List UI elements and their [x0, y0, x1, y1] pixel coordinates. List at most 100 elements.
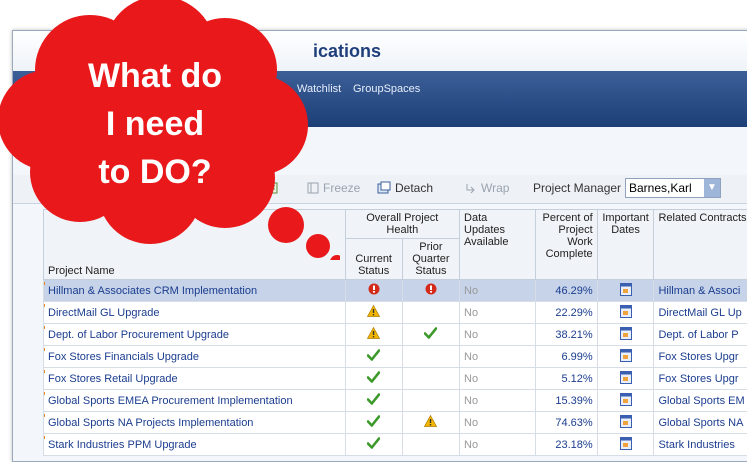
table-row[interactable]: Hillman & Associates CRM Implementation N…	[44, 280, 747, 302]
project-manager-select[interactable]: Barnes,Karl ▼	[625, 178, 721, 198]
data-updates-cell: No	[460, 412, 536, 434]
table-row[interactable]: Global Sports NA Projects Implementation…	[44, 412, 747, 434]
project-name-link[interactable]: Fox Stores Retail Upgrade	[44, 368, 346, 390]
row-marker	[44, 392, 46, 395]
wrap-label: Wrap	[481, 181, 509, 195]
current-status-cell	[345, 324, 402, 346]
table-row[interactable]: DirectMail GL UpgradeNo22.29%DirectMail …	[44, 302, 747, 324]
related-contract-link[interactable]: Global Sports EM	[654, 390, 747, 412]
percent-complete-cell: 74.63%	[535, 412, 597, 434]
calendar-icon	[620, 326, 632, 340]
important-dates-cell[interactable]	[597, 368, 654, 390]
detach-label: Detach	[395, 181, 433, 195]
project-name-link[interactable]: Hillman & Associates CRM Implementation	[44, 280, 346, 302]
data-updates-cell: No	[460, 324, 536, 346]
important-dates-cell[interactable]	[597, 346, 654, 368]
projects-table: Project Name Overall Project Health Data…	[43, 209, 747, 456]
table-row[interactable]: Fox Stores Retail UpgradeNo5.12%Fox Stor…	[44, 368, 747, 390]
calendar-icon	[620, 414, 632, 428]
checkmark-icon	[367, 393, 380, 405]
current-status-cell	[345, 302, 402, 324]
important-dates-cell[interactable]	[597, 434, 654, 456]
related-contract-link[interactable]: Global Sports NA	[654, 412, 747, 434]
app-title: ications	[313, 41, 381, 62]
project-name-link[interactable]: DirectMail GL Upgrade	[44, 302, 346, 324]
related-contract-link[interactable]: Fox Stores Upgr	[654, 346, 747, 368]
table-row[interactable]: Fox Stores Financials UpgradeNo6.99%Fox …	[44, 346, 747, 368]
important-dates-cell[interactable]	[597, 324, 654, 346]
wrap-button[interactable]: Wrap	[465, 181, 509, 195]
prior-status-cell	[402, 368, 459, 390]
current-status-cell	[345, 390, 402, 412]
data-updates-cell: No	[460, 390, 536, 412]
current-status-cell	[345, 434, 402, 456]
freeze-button[interactable]: Freeze	[307, 181, 360, 195]
important-dates-cell[interactable]	[597, 390, 654, 412]
col-current-status[interactable]: Current Status	[345, 239, 402, 280]
project-name-text: Fox Stores Retail Upgrade	[48, 373, 178, 385]
col-prior-status[interactable]: Prior Quarter Status	[402, 239, 459, 280]
related-contract-link[interactable]: Hillman & Associ	[654, 280, 747, 302]
table-row[interactable]: Dept. of Labor Procurement Upgrade No38.2…	[44, 324, 747, 346]
related-contract-link[interactable]: Dept. of Labor P	[654, 324, 747, 346]
percent-complete-cell: 38.21%	[535, 324, 597, 346]
calendar-icon	[620, 282, 632, 296]
project-name-link[interactable]: Fox Stores Financials Upgrade	[44, 346, 346, 368]
project-manager-value: Barnes,Karl	[629, 181, 692, 195]
prior-status-cell	[402, 346, 459, 368]
related-contract-link[interactable]: Stark Industries	[654, 434, 747, 456]
row-marker	[44, 326, 46, 329]
checkmark-icon	[367, 415, 380, 427]
prior-status-cell	[402, 324, 459, 346]
chevron-down-icon[interactable]: ▼	[704, 179, 720, 197]
col-related-contracts[interactable]: Related Contracts	[654, 210, 747, 280]
calendar-icon	[620, 436, 632, 450]
current-status-cell	[345, 368, 402, 390]
warning-icon	[424, 415, 437, 427]
col-data-updates[interactable]: Data Updates Available	[460, 210, 536, 280]
current-status-cell	[345, 346, 402, 368]
project-name-link[interactable]: Global Sports NA Projects Implementation	[44, 412, 346, 434]
nav-groupspaces-link[interactable]: GroupSpaces	[353, 83, 420, 95]
checkmark-icon	[367, 349, 380, 361]
row-marker	[44, 282, 46, 285]
warning-icon	[367, 305, 380, 317]
prior-status-cell	[402, 412, 459, 434]
current-status-cell	[345, 412, 402, 434]
col-important-dates[interactable]: Important Dates	[597, 210, 654, 280]
wrap-icon	[465, 182, 477, 194]
row-marker	[44, 414, 46, 417]
col-overall-health: Overall Project Health	[345, 210, 459, 239]
row-marker	[44, 370, 46, 373]
prior-status-cell	[402, 280, 459, 302]
calendar-icon	[620, 304, 632, 318]
project-name-link[interactable]: Global Sports EMEA Procurement Implement…	[44, 390, 346, 412]
table-row[interactable]: Global Sports EMEA Procurement Implement…	[44, 390, 747, 412]
data-updates-cell: No	[460, 280, 536, 302]
col-percent-complete[interactable]: Percent of Project Work Complete	[535, 210, 597, 280]
col-project-name[interactable]: Project Name	[44, 210, 346, 280]
project-name-link[interactable]: Dept. of Labor Procurement Upgrade	[44, 324, 346, 346]
important-dates-cell[interactable]	[597, 302, 654, 324]
project-name-text: Global Sports EMEA Procurement Implement…	[48, 395, 293, 407]
error-icon	[425, 283, 437, 295]
important-dates-cell[interactable]	[597, 280, 654, 302]
related-contract-link[interactable]: Fox Stores Upgr	[654, 368, 747, 390]
row-marker	[44, 348, 46, 351]
checkmark-icon	[367, 437, 380, 449]
data-updates-cell: No	[460, 434, 536, 456]
project-name-link[interactable]: Stark Industries PPM Upgrade	[44, 434, 346, 456]
freeze-label: Freeze	[323, 181, 360, 195]
nav-home-link[interactable]: Ho	[13, 83, 27, 95]
important-dates-cell[interactable]	[597, 412, 654, 434]
callout-line: to DO?	[40, 148, 270, 196]
percent-complete-cell: 15.39%	[535, 390, 597, 412]
project-name-text: Hillman & Associates CRM Implementation	[48, 285, 257, 297]
detach-button[interactable]: Detach	[377, 181, 433, 195]
related-contract-link[interactable]: DirectMail GL Up	[654, 302, 747, 324]
table-row[interactable]: Stark Industries PPM UpgradeNo23.18%Star…	[44, 434, 747, 456]
data-updates-cell: No	[460, 368, 536, 390]
nav-watchlist-link[interactable]: Watchlist	[297, 83, 341, 95]
percent-complete-cell: 46.29%	[535, 280, 597, 302]
row-marker	[44, 436, 46, 439]
